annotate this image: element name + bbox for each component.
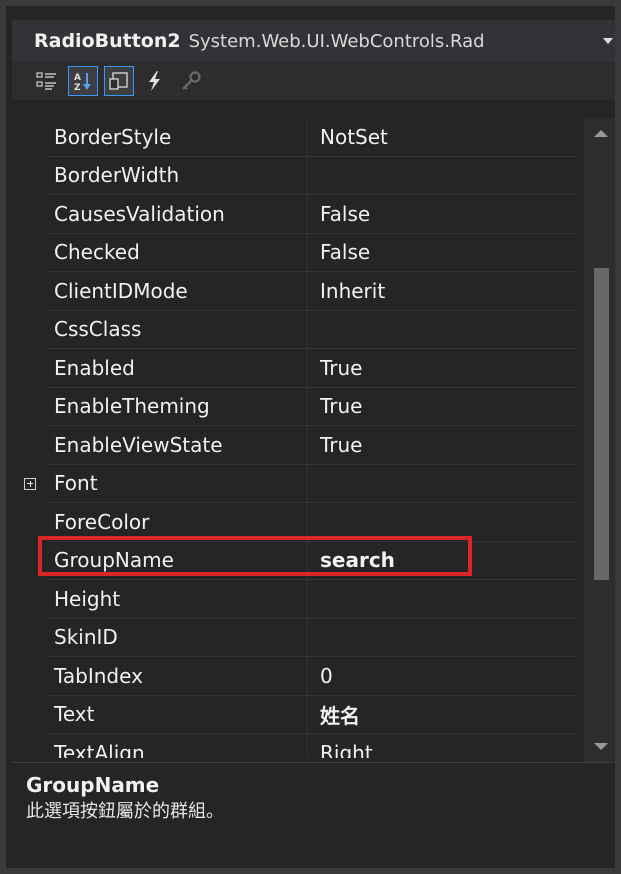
properties-toolbar: A Z xyxy=(12,62,615,100)
svg-text:A: A xyxy=(74,73,81,83)
property-row-borderwidth[interactable]: BorderWidth xyxy=(12,156,615,195)
object-type: System.Web.UI.WebControls.Rad xyxy=(188,30,485,52)
property-row-groupname[interactable]: GroupName search xyxy=(12,541,615,580)
property-pages-button[interactable] xyxy=(176,66,206,96)
property-name: ForeColor xyxy=(48,503,308,542)
scroll-down-arrow-icon[interactable] xyxy=(594,743,608,750)
property-name: CssClass xyxy=(48,310,308,349)
description-title: GroupName xyxy=(26,773,160,797)
expand-plus-icon[interactable] xyxy=(24,477,36,490)
property-row-checked[interactable]: Checked False xyxy=(12,233,615,272)
property-name: CausesValidation xyxy=(48,195,308,234)
property-name: TextAlign xyxy=(48,734,308,758)
events-button[interactable] xyxy=(140,66,170,96)
chevron-down-icon[interactable] xyxy=(603,38,613,44)
property-value[interactable]: Right xyxy=(308,734,578,758)
property-value[interactable]: search xyxy=(308,542,578,580)
properties-icon xyxy=(109,72,128,90)
description-text: 此選項按鈕屬於的群組。 xyxy=(26,801,224,822)
property-name: ClientIDMode xyxy=(48,272,308,311)
property-value[interactable]: NotSet xyxy=(308,118,578,157)
property-row-text[interactable]: Text 姓名 xyxy=(12,695,615,734)
property-value[interactable]: True xyxy=(308,388,578,426)
property-row-enabled[interactable]: Enabled True xyxy=(12,349,615,388)
vertical-scrollbar[interactable] xyxy=(584,118,615,762)
property-name: Height xyxy=(48,580,308,619)
property-value[interactable] xyxy=(308,580,578,619)
property-value[interactable]: 姓名 xyxy=(308,696,578,734)
property-row-enableviewstate[interactable]: EnableViewState True xyxy=(12,426,615,465)
scrollbar-thumb[interactable] xyxy=(594,268,609,580)
property-name: Font xyxy=(48,464,308,503)
property-name: EnableViewState xyxy=(48,426,308,465)
property-grid: BorderStyle NotSet BorderWidth CausesVal… xyxy=(12,118,615,758)
categorized-icon xyxy=(36,72,56,90)
property-value[interactable] xyxy=(308,311,578,349)
svg-text:Z: Z xyxy=(74,83,81,92)
property-row-tabindex[interactable]: TabIndex 0 xyxy=(12,657,615,696)
categorized-button[interactable] xyxy=(32,66,62,96)
property-name: TabIndex xyxy=(48,657,308,696)
object-name: RadioButton2 xyxy=(34,30,181,52)
property-value[interactable] xyxy=(308,503,578,542)
properties-view-button[interactable] xyxy=(104,66,134,96)
property-value[interactable] xyxy=(308,157,578,195)
property-name: EnableTheming xyxy=(48,387,308,426)
property-value[interactable]: False xyxy=(308,195,578,234)
property-row-font[interactable]: Font xyxy=(12,464,615,503)
property-row-causesvalidation[interactable]: CausesValidation False xyxy=(12,195,615,234)
property-row-height[interactable]: Height xyxy=(12,580,615,619)
property-row-cssclass[interactable]: CssClass xyxy=(12,310,615,349)
property-pages-key-icon xyxy=(182,71,201,90)
property-name: Text xyxy=(48,695,308,734)
property-row-forecolor[interactable]: ForeColor xyxy=(12,503,615,542)
property-name: Checked xyxy=(48,233,308,272)
property-value[interactable]: True xyxy=(308,426,578,465)
property-name: SkinID xyxy=(48,618,308,657)
property-row-clientidmode[interactable]: ClientIDMode Inherit xyxy=(12,272,615,311)
property-value[interactable]: Inherit xyxy=(308,272,578,311)
property-name: BorderWidth xyxy=(48,156,308,195)
property-name: BorderStyle xyxy=(48,118,308,157)
alphabetical-icon: A Z xyxy=(74,73,91,92)
property-name: GroupName xyxy=(48,541,308,580)
property-row-enabletheming[interactable]: EnableTheming True xyxy=(12,387,615,426)
property-value[interactable] xyxy=(308,619,578,657)
events-lightning-icon xyxy=(149,71,160,91)
property-value[interactable]: False xyxy=(308,234,578,272)
property-row-skinid[interactable]: SkinID xyxy=(12,618,615,657)
property-row-borderstyle[interactable]: BorderStyle NotSet xyxy=(12,118,615,157)
property-value[interactable]: 0 xyxy=(308,657,578,696)
object-selector-dropdown[interactable]: RadioButton2 System.Web.UI.WebControls.R… xyxy=(12,20,615,62)
scroll-up-arrow-icon[interactable] xyxy=(594,130,608,137)
property-name: Enabled xyxy=(48,349,308,388)
property-value[interactable]: True xyxy=(308,349,578,388)
property-value[interactable] xyxy=(308,465,578,503)
description-pane: GroupName 此選項按鈕屬於的群組。 xyxy=(12,762,615,868)
property-row-textalign[interactable]: TextAlign Right xyxy=(12,734,615,758)
properties-window: RadioButton2 System.Web.UI.WebControls.R… xyxy=(0,0,621,874)
alphabetical-button[interactable]: A Z xyxy=(68,66,98,96)
